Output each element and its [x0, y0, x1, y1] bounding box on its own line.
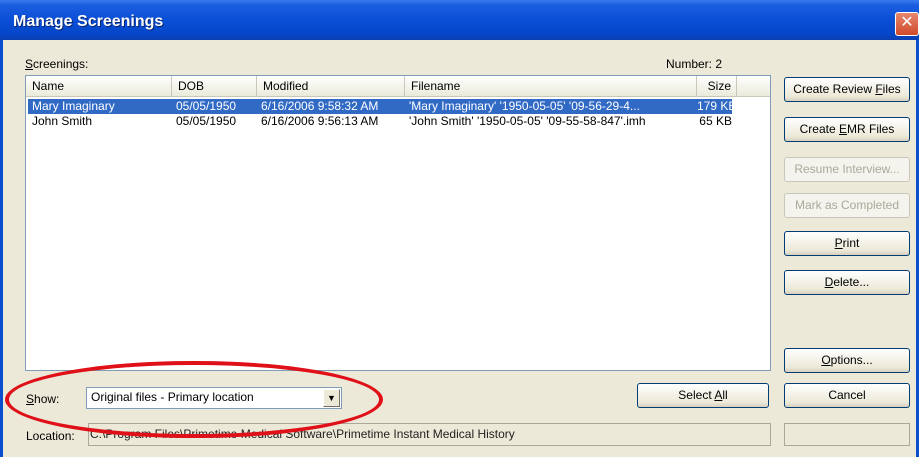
- show-dropdown-value: Original files - Primary location: [91, 390, 254, 404]
- delete-button[interactable]: Delete...: [784, 270, 910, 295]
- column-header-empty: [737, 76, 770, 96]
- location-label: Location:: [26, 429, 75, 443]
- screenings-list[interactable]: Name DOB Modified Filename Size Mary Ima…: [25, 75, 771, 371]
- screenings-label-mnemonic: S: [25, 57, 34, 71]
- screenings-label-text: creenings:: [33, 57, 89, 71]
- cell-name: John Smith: [32, 114, 93, 128]
- column-header-name[interactable]: Name: [26, 76, 172, 96]
- show-label-text: how:: [34, 392, 60, 406]
- column-header-modified[interactable]: Modified: [257, 76, 405, 96]
- create-review-files-button[interactable]: Create Review Files: [784, 77, 910, 102]
- cell-dob: 05/05/1950: [176, 114, 237, 128]
- cell-filename: 'Mary Imaginary' '1950-05-05' '09-56-29-…: [409, 99, 640, 113]
- mark-as-completed-button[interactable]: Mark as Completed: [784, 193, 910, 218]
- title-bar: Manage Screenings ✕: [0, 0, 919, 40]
- create-emr-files-label: Create EMR Files: [799, 122, 895, 136]
- cell-name: Mary Imaginary: [32, 99, 115, 113]
- show-label: Show:: [26, 392, 59, 406]
- select-all-label: Select All: [678, 388, 728, 402]
- column-header-dob[interactable]: DOB: [172, 76, 257, 96]
- print-button[interactable]: Print: [784, 231, 910, 256]
- cell-size: 65 KB: [699, 114, 732, 128]
- table-row[interactable]: Mary Imaginary 05/05/1950 6/16/2006 9:58…: [28, 99, 736, 114]
- delete-label: Delete...: [824, 275, 870, 289]
- cancel-button[interactable]: Cancel: [784, 383, 910, 408]
- list-header: Name DOB Modified Filename Size: [26, 76, 770, 97]
- cell-dob: 05/05/1950: [176, 99, 237, 113]
- close-button[interactable]: ✕: [895, 12, 919, 36]
- window-title: Manage Screenings: [13, 13, 164, 30]
- column-header-size[interactable]: Size: [697, 76, 737, 96]
- show-label-mnemonic: S: [26, 392, 35, 406]
- location-field: C:\Program Files\Primetime Medical Softw…: [88, 423, 771, 446]
- resume-interview-button[interactable]: Resume Interview...: [784, 157, 910, 182]
- options-button[interactable]: Options...: [784, 348, 910, 373]
- options-label: Options...: [821, 353, 873, 367]
- show-dropdown[interactable]: Original files - Primary location ▼: [86, 387, 342, 409]
- create-review-files-label: Create Review Files: [793, 82, 901, 96]
- screenings-label: Screenings:: [25, 57, 88, 71]
- cell-modified: 6/16/2006 9:56:13 AM: [261, 114, 379, 128]
- table-row[interactable]: John Smith 05/05/1950 6/16/2006 9:56:13 …: [28, 114, 732, 129]
- column-header-filename[interactable]: Filename: [405, 76, 697, 96]
- cell-size: 179 KB: [697, 99, 737, 113]
- cell-filename: 'John Smith' '1950-05-05' '09-55-58-847'…: [409, 114, 646, 128]
- location-path: C:\Program Files\Primetime Medical Softw…: [90, 427, 515, 441]
- number-count: Number: 2: [666, 57, 723, 71]
- create-emr-files-button[interactable]: Create EMR Files: [784, 117, 910, 142]
- print-label: Print: [834, 236, 860, 250]
- chevron-down-icon[interactable]: ▼: [323, 389, 340, 407]
- status-field: [784, 423, 910, 446]
- select-all-button[interactable]: Select All: [637, 383, 769, 408]
- cell-modified: 6/16/2006 9:58:32 AM: [261, 99, 379, 113]
